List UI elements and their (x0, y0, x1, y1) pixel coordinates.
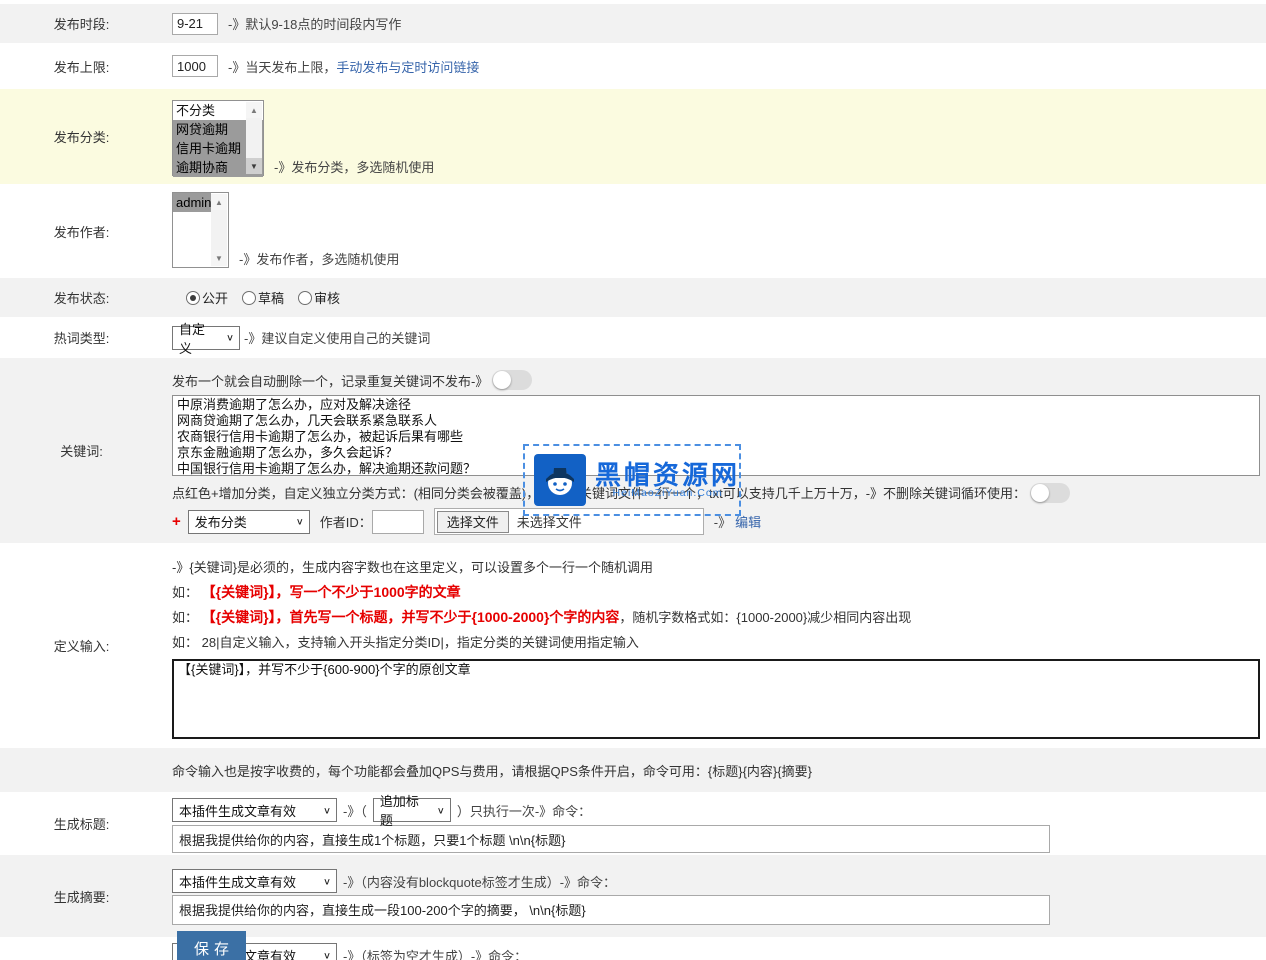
author-id-label: 作者ID： (320, 512, 372, 531)
gen-summary-mid: -》（内容没有blockquote标签才生成）-》命令： (343, 872, 616, 891)
publish-limit-hint: -》当天发布上限， (228, 57, 336, 76)
keywords-toggle-hint: 发布一个就会自动删除一个，记录重复关键词不发布-》 (172, 371, 488, 390)
publish-limit-input[interactable] (172, 55, 218, 77)
author-scrollbar[interactable]: ▲ ▼ (211, 194, 227, 266)
hotword-type-value: 自定义 (179, 319, 218, 357)
publish-author-multiselect[interactable]: admin ▲ ▼ (172, 192, 229, 268)
gen-title-mode-value: 本插件生成文章有效 (179, 801, 296, 820)
chevron-down-icon: ∨ (323, 804, 331, 815)
define-input-label: 定义输入: (0, 545, 163, 746)
row-publish-category: 发布分类: 不分类 网贷逾期 信用卡逾期 逾期协商 ▲ ▼ -》发布分类，多选随… (0, 89, 1266, 186)
hotword-type-hint: -》建议自定义使用自己的关键词 (244, 328, 430, 347)
publish-time-input[interactable] (172, 13, 218, 35)
keep-keywords-toggle[interactable] (1030, 483, 1070, 503)
keywords-category-select[interactable]: 发布分类 ∨ (188, 510, 310, 534)
define-line1: -》{关键词}是必须的，生成内容字数也在这里定义，可以设置多个一行一个随机调用 (172, 555, 1266, 580)
publish-time-hint: -》默认9-18点的时间段内写作 (228, 14, 401, 33)
empty-label (0, 939, 163, 960)
radio-icon[interactable] (186, 291, 200, 305)
radio-option-public[interactable]: 公开 (186, 288, 228, 307)
edit-link[interactable]: 编辑 (735, 512, 761, 531)
example-prefix: 如： (172, 610, 198, 625)
radio-label: 草稿 (258, 291, 284, 306)
chevron-down-icon: ∨ (296, 516, 304, 527)
radio-icon[interactable] (242, 291, 256, 305)
keywords-note: 点红色+增加分类，自定义独立分类方式：(相同分类会被覆盖)，制作txt关键词文件… (172, 483, 1026, 502)
file-status-text: 未选择文件 (517, 512, 582, 531)
hotword-type-label: 热词类型: (0, 319, 163, 356)
gen-summary-command-input[interactable]: 根据我提供给你的内容，直接生成一段100-200个字的摘要， \n\n{标题} (172, 895, 1050, 925)
example-red-text: 【{关键词}】，写一个不少于1000字的文章 (202, 584, 461, 600)
gen-title-command-input[interactable]: 根据我提供给你的内容，直接生成1个标题，只要1个标题 \n\n{标题} (172, 825, 1050, 853)
example-red-text: 【{关键词}】，首先写一个标题，并写不少于{1000-2000}个字的内容 (202, 609, 620, 625)
chevron-down-icon: ∨ (323, 949, 331, 960)
auto-delete-toggle[interactable] (492, 370, 532, 390)
author-option[interactable]: admin (173, 193, 211, 212)
row-command-note: 命令输入也是按字收费的，每个功能都会叠加QPS与费用，请根据QPS条件开启，命令… (0, 748, 1266, 794)
publish-limit-label: 发布上限: (0, 45, 163, 87)
example-prefix: 如： (172, 585, 198, 600)
chevron-down-icon: ∨ (226, 332, 234, 343)
keywords-category-value: 发布分类 (195, 512, 247, 531)
example-rest-text: ，随机字数格式如：{1000-2000}减少相同内容出现 (619, 610, 911, 625)
row-keywords: 关键词: 发布一个就会自动删除一个，记录重复关键词不发布-》 中原消费逾期了怎么… (0, 358, 1266, 545)
gen-summary-mode-value: 本插件生成文章有效 (179, 872, 296, 891)
author-id-input[interactable] (372, 510, 424, 534)
edit-arrow-text: -》 (714, 512, 731, 531)
row-publish-author: 发布作者: admin ▲ ▼ -》发布作者，多选随机使用 (0, 186, 1266, 278)
gen-title-mid2: ）只执行一次-》命令： (457, 801, 591, 820)
gen-summary-mode-select[interactable]: 本插件生成文章有效 ∨ (172, 869, 337, 893)
publish-author-hint: -》发布作者，多选随机使用 (239, 249, 399, 268)
radio-label: 公开 (202, 291, 228, 306)
scroll-down-icon[interactable]: ▼ (211, 250, 227, 266)
publish-category-hint: -》发布分类，多选随机使用 (274, 157, 434, 176)
manual-publish-link[interactable]: 手动发布与定时访问链接 (336, 57, 479, 76)
radio-label: 审核 (314, 291, 340, 306)
keywords-textarea[interactable]: 中原消费逾期了怎么办，应对及解决途径 网商贷逾期了怎么办，几天会联系紧急联系人 … (172, 395, 1260, 476)
define-line3: 如： 【{关键词}】，首先写一个标题，并写不少于{1000-2000}个字的内容… (172, 605, 1266, 630)
publish-category-label: 发布分类: (0, 89, 163, 184)
radio-option-draft[interactable]: 草稿 (242, 288, 284, 307)
choose-file-button[interactable]: 选择文件 (437, 511, 509, 533)
row-publish-status: 发布状态: 公开 草稿 审核 (0, 278, 1266, 319)
radio-option-review[interactable]: 审核 (298, 288, 340, 307)
row-publish-limit: 发布上限: -》当天发布上限， 手动发布与定时访问链接 (0, 45, 1266, 89)
publish-time-label: 发布时段: (0, 4, 163, 43)
scroll-up-icon[interactable]: ▲ (246, 102, 262, 118)
gen-title-mode-select[interactable]: 本插件生成文章有效 ∨ (172, 798, 337, 822)
category-scrollbar[interactable]: ▲ ▼ (246, 102, 262, 174)
publish-category-multiselect[interactable]: 不分类 网贷逾期 信用卡逾期 逾期协商 ▲ ▼ (172, 100, 264, 176)
empty-label (0, 748, 163, 792)
row-gen-title: 生成标题: 本插件生成文章有效 ∨ -》（ 追加标题 ∨ ）只执行一次-》命令：… (0, 794, 1266, 855)
gen-summary-label: 生成摘要: (0, 855, 163, 937)
gen-title-label: 生成标题: (0, 794, 163, 853)
row-define-input: 定义输入: -》{关键词}是必须的，生成内容字数也在这里定义，可以设置多个一行一… (0, 545, 1266, 748)
gen-tag-mid: -》（标签为空才生成）-》命令： (343, 946, 527, 960)
publish-author-label: 发布作者: (0, 186, 163, 276)
publish-status-label: 发布状态: (0, 278, 163, 317)
file-input[interactable]: 选择文件 未选择文件 (434, 508, 704, 535)
chevron-down-icon: ∨ (323, 875, 331, 886)
save-button[interactable]: 保存 (177, 931, 246, 960)
chevron-down-icon: ∨ (437, 804, 445, 815)
gen-title-append-select[interactable]: 追加标题 ∨ (373, 798, 451, 822)
hotword-type-select[interactable]: 自定义 ∨ (172, 326, 240, 350)
define-line2: 如： 【{关键词}】，写一个不少于1000字的文章 (172, 580, 1266, 605)
scroll-down-icon[interactable]: ▼ (246, 158, 262, 174)
row-hotword-type: 热词类型: 自定义 ∨ -》建议自定义使用自己的关键词 (0, 319, 1266, 358)
row-gen-summary: 生成摘要: 本插件生成文章有效 ∨ -》（内容没有blockquote标签才生成… (0, 855, 1266, 939)
define-input-textarea[interactable]: 【{关键词}】，并写不少于{600-900}个字的原创文章 (172, 659, 1260, 739)
command-note-text: 命令输入也是按字收费的，每个功能都会叠加QPS与费用，请根据QPS条件开启，命令… (172, 761, 812, 780)
gen-title-append-value: 追加标题 (380, 791, 429, 829)
keywords-label: 关键词: (0, 358, 163, 543)
add-category-button[interactable]: + (172, 513, 181, 530)
radio-icon[interactable] (298, 291, 312, 305)
row-publish-time: 发布时段: -》默认9-18点的时间段内写作 (0, 4, 1266, 45)
scroll-up-icon[interactable]: ▲ (211, 194, 227, 210)
define-line4: 如： 28|自定义输入，支持输入开头指定分类ID|，指定分类的关键词使用指定输入 (172, 630, 1266, 655)
gen-title-mid1: -》（ (343, 801, 367, 820)
